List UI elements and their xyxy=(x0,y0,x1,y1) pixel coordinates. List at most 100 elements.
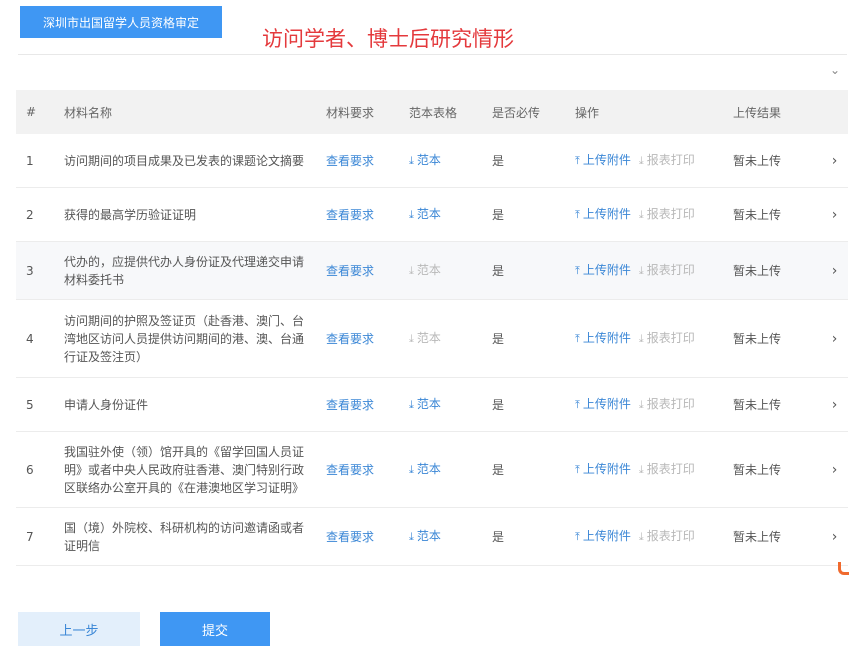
download-icon: ⤓ xyxy=(638,332,644,345)
view-requirement-link[interactable]: 查看要求 xyxy=(326,154,374,168)
material-name: 访问期间的护照及签证页（赴香港、澳门、台湾地区访问人员提供访问期间的港、澳、台通… xyxy=(54,299,316,378)
top-tab-qualification[interactable]: 深圳市出国留学人员资格审定 xyxy=(20,6,222,38)
upload-status: 暂未上传 xyxy=(723,377,811,432)
required-flag: 是 xyxy=(482,241,565,300)
upload-attachment-button[interactable]: ⤒ 上传附件 xyxy=(575,462,631,476)
upload-status: 暂未上传 xyxy=(723,431,811,508)
download-icon: ⤓ xyxy=(409,208,414,221)
material-name: 国（境）外院校、科研机构的访问邀请函或者证明信 xyxy=(54,507,316,566)
page-title: 访问学者、博士后研究情形 xyxy=(262,27,514,51)
table-row: 1 访问期间的项目成果及已发表的课题论文摘要 查看要求 ⤓ 范本 是 ⤒ 上传附件 ⤓… xyxy=(16,134,848,188)
template-download-link[interactable]: ⤓ 范本 xyxy=(409,207,441,221)
prev-step-button[interactable]: 上一步 xyxy=(18,612,140,646)
chevron-right-icon[interactable]: › xyxy=(811,187,848,242)
col-header-template: 范本表格 xyxy=(399,90,482,134)
row-num: 5 xyxy=(16,377,54,432)
table-row: 3 代办的，应提供代办人身份证及代理递交申请材料委托书 查看要求 ⤓ 范本 是 ⤒… xyxy=(16,241,848,300)
side-float-mark xyxy=(838,562,849,575)
col-header-result: 上传结果 xyxy=(723,90,811,134)
row-num: 3 xyxy=(16,241,54,300)
upload-attachment-button[interactable]: ⤒ 上传附件 xyxy=(575,263,631,277)
chevron-down-icon[interactable]: ⌄ xyxy=(827,62,843,78)
submit-button[interactable]: 提交 xyxy=(160,612,270,646)
view-requirement-link[interactable]: 查看要求 xyxy=(326,398,374,412)
material-name: 申请人身份证件 xyxy=(54,377,316,432)
material-name: 获得的最高学历验证证明 xyxy=(54,187,316,242)
required-flag: 是 xyxy=(482,377,565,432)
download-icon: ⤓ xyxy=(638,264,644,277)
table-row: 5 申请人身份证件 查看要求 ⤓ 范本 是 ⤒ 上传附件 ⤓ 报表打印 暂未上传 › xyxy=(16,377,848,432)
required-flag: 是 xyxy=(482,507,565,566)
table-row: 6 我国驻外使（领）馆开具的《留学回国人员证明》或者中央人民政府驻香港、澳门特别… xyxy=(16,431,848,508)
chevron-right-icon[interactable]: › xyxy=(811,299,848,378)
divider xyxy=(18,54,847,55)
table-row: 7 国（境）外院校、科研机构的访问邀请函或者证明信 查看要求 ⤓ 范本 是 ⤒ 上传… xyxy=(16,507,848,566)
template-download-link[interactable]: ⤓ 范本 xyxy=(409,397,441,411)
upload-attachment-button[interactable]: ⤒ 上传附件 xyxy=(575,397,631,411)
col-header-num: # xyxy=(16,90,54,134)
required-flag: 是 xyxy=(482,299,565,378)
template-download-link[interactable]: ⤓ 范本 xyxy=(409,462,441,476)
download-icon: ⤓ xyxy=(409,530,414,543)
view-requirement-link[interactable]: 查看要求 xyxy=(326,530,374,544)
upload-status: 暂未上传 xyxy=(723,507,811,566)
upload-status: 暂未上传 xyxy=(723,241,811,300)
upload-icon: ⤒ xyxy=(575,398,580,411)
download-icon: ⤓ xyxy=(409,332,414,345)
view-requirement-link[interactable]: 查看要求 xyxy=(326,264,374,278)
upload-status: 暂未上传 xyxy=(723,134,811,188)
template-download-link[interactable]: ⤓ 范本 xyxy=(409,529,441,543)
upload-attachment-button[interactable]: ⤒ 上传附件 xyxy=(575,331,631,345)
upload-icon: ⤒ xyxy=(575,154,580,167)
upload-icon: ⤒ xyxy=(575,463,580,476)
upload-attachment-button[interactable]: ⤒ 上传附件 xyxy=(575,207,631,221)
chevron-right-icon[interactable]: › xyxy=(811,134,848,188)
table-row: 2 获得的最高学历验证证明 查看要求 ⤓ 范本 是 ⤒ 上传附件 ⤓ 报表打印 暂未上传… xyxy=(16,187,848,242)
download-icon: ⤓ xyxy=(409,398,414,411)
upload-icon: ⤒ xyxy=(575,332,580,345)
download-icon: ⤓ xyxy=(638,398,644,411)
upload-attachment-button[interactable]: ⤒ 上传附件 xyxy=(575,153,631,167)
download-icon: ⤓ xyxy=(638,530,644,543)
chevron-right-icon[interactable]: › xyxy=(811,431,848,508)
col-header-requirement: 材料要求 xyxy=(316,90,399,134)
upload-icon: ⤒ xyxy=(575,530,580,543)
chevron-right-icon[interactable]: › xyxy=(811,377,848,432)
required-flag: 是 xyxy=(482,187,565,242)
row-num: 1 xyxy=(16,134,54,188)
print-report-button: ⤓ 报表打印 xyxy=(638,207,695,221)
materials-table: # 材料名称 材料要求 范本表格 是否必传 操作 上传结果 1 访问期间的项目成… xyxy=(16,90,848,566)
table-row: 4 访问期间的护照及签证页（赴香港、澳门、台湾地区访问人员提供访问期间的港、澳、… xyxy=(16,299,848,378)
view-requirement-link[interactable]: 查看要求 xyxy=(326,463,374,477)
chevron-right-icon[interactable]: › xyxy=(811,507,848,566)
print-report-button: ⤓ 报表打印 xyxy=(638,462,695,476)
upload-icon: ⤒ xyxy=(575,264,580,277)
col-header-name: 材料名称 xyxy=(54,90,316,134)
upload-status: 暂未上传 xyxy=(723,299,811,378)
table-header-row: # 材料名称 材料要求 范本表格 是否必传 操作 上传结果 xyxy=(16,90,848,134)
col-header-expand xyxy=(811,90,848,134)
print-report-button: ⤓ 报表打印 xyxy=(638,263,695,277)
download-icon: ⤓ xyxy=(638,154,644,167)
material-name: 代办的，应提供代办人身份证及代理递交申请材料委托书 xyxy=(54,241,316,300)
template-download-link: ⤓ 范本 xyxy=(409,331,441,345)
download-icon: ⤓ xyxy=(409,264,414,277)
download-icon: ⤓ xyxy=(638,208,644,221)
row-num: 7 xyxy=(16,507,54,566)
row-num: 6 xyxy=(16,431,54,508)
row-num: 4 xyxy=(16,299,54,378)
col-header-operation: 操作 xyxy=(565,90,723,134)
row-num: 2 xyxy=(16,187,54,242)
template-download-link: ⤓ 范本 xyxy=(409,263,441,277)
download-icon: ⤓ xyxy=(409,463,414,476)
upload-status: 暂未上传 xyxy=(723,187,811,242)
chevron-right-icon[interactable]: › xyxy=(811,241,848,300)
print-report-button: ⤓ 报表打印 xyxy=(638,529,695,543)
required-flag: 是 xyxy=(482,431,565,508)
material-name: 访问期间的项目成果及已发表的课题论文摘要 xyxy=(54,134,316,188)
view-requirement-link[interactable]: 查看要求 xyxy=(326,332,374,346)
view-requirement-link[interactable]: 查看要求 xyxy=(326,208,374,222)
template-download-link[interactable]: ⤓ 范本 xyxy=(409,153,441,167)
print-report-button: ⤓ 报表打印 xyxy=(638,331,695,345)
upload-attachment-button[interactable]: ⤒ 上传附件 xyxy=(575,529,631,543)
